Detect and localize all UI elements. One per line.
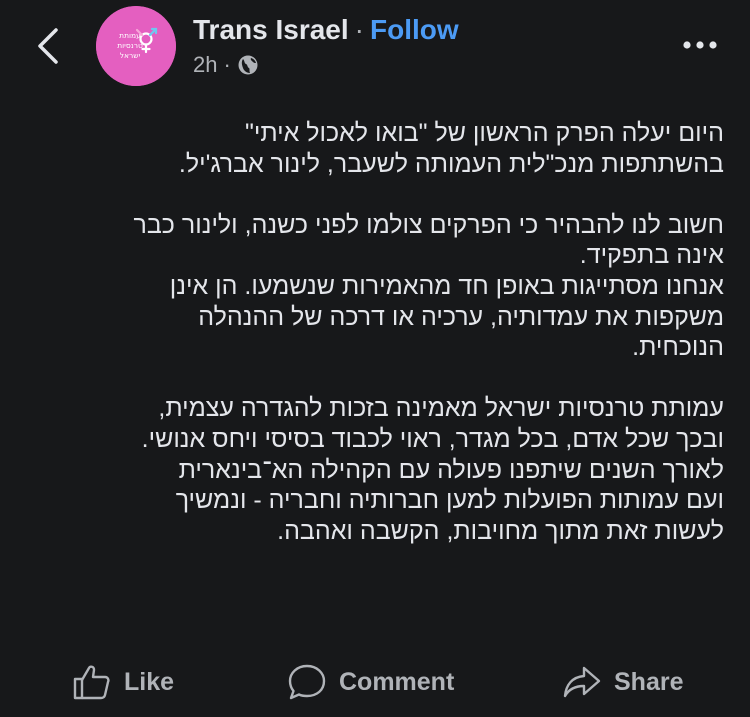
more-options-button[interactable]: [680, 30, 720, 60]
text-line: לאורך השנים שיתפנו פעולה עם הקהילה הא־בי…: [178, 455, 724, 484]
title-line: Trans Israel · Follow: [193, 12, 459, 48]
avatar-text-3: ישראל: [120, 51, 141, 60]
back-button[interactable]: [28, 26, 68, 66]
follow-button[interactable]: Follow: [370, 14, 459, 45]
avatar-logo: עמותת טרנסיות ישראל: [96, 6, 176, 86]
text-line: בהשתתפות מנכ"לית העמותה לשעבר, לינור אבר…: [178, 149, 724, 178]
action-bar: Like Comment Share: [0, 652, 750, 712]
post-screen: עמותת טרנסיות ישראל Trans Israel · Follow …: [0, 0, 750, 717]
like-label: Like: [124, 667, 175, 696]
share-label: Share: [614, 667, 684, 696]
text-line: ובכך שכל אדם, בכל מגדר, ראוי לכבוד בסיסי…: [141, 424, 724, 453]
like-button[interactable]: Like: [72, 652, 174, 712]
title-separator: ·: [354, 14, 364, 45]
comment-label: Comment: [339, 667, 455, 696]
comment-bubble-icon: [288, 664, 326, 700]
text-line: לעשות זאת מתוך מחויבות, הקשבה ואהבה.: [277, 516, 724, 545]
text-line: היום יעלה הפרק הראשון של "בואו לאכול אית…: [244, 119, 724, 147]
avatar-text-1: עמותת: [119, 31, 141, 40]
post-paragraph: היום יעלה הפרק הראשון של "בואו לאכול אית…: [30, 118, 724, 179]
post-meta: 2h ·: [193, 50, 459, 80]
text-line: אינה בתפקיד.: [579, 241, 724, 270]
comment-button[interactable]: Comment: [287, 652, 454, 712]
text-line: חשוב לנו להבהיר כי הפרקים צולמו לפני כשנ…: [133, 210, 724, 239]
meta-separator: ·: [223, 52, 231, 77]
chevron-left-icon: [38, 28, 58, 64]
globe-icon: [238, 55, 258, 75]
post-header: Trans Israel · Follow 2h ·: [193, 12, 459, 82]
post-text: היום יעלה הפרק הראשון של "בואו לאכול אית…: [30, 118, 724, 546]
share-button[interactable]: Share: [562, 652, 683, 712]
share-arrow-icon: [563, 666, 601, 698]
text-line: ועם עמותות הפועלות למען חברותיה וחבריה -…: [175, 486, 724, 515]
avatar-text-2: טרנסיות: [117, 41, 143, 50]
page-name[interactable]: Trans Israel: [193, 14, 349, 45]
post-paragraph: עמותת טרנסיות ישראל מאמינה בזכות להגדרה …: [30, 393, 724, 546]
page-avatar[interactable]: עמותת טרנסיות ישראל: [96, 6, 176, 86]
text-line: עמותת טרנסיות ישראל מאמינה בזכות להגדרה …: [158, 394, 724, 423]
text-line: משקפות את עמדותיה, ערכיה או דרכה של ההנה…: [198, 302, 724, 331]
text-line: אנחנו מסתייגות באופן חד מהאמירות שנשמעו.…: [169, 271, 724, 300]
post-paragraph: חשוב לנו להבהיר כי הפרקים צולמו לפני כשנ…: [30, 210, 724, 363]
thumbs-up-icon: [73, 665, 110, 700]
text-line: הנוכחית.: [632, 333, 724, 362]
more-horizontal-icon: [683, 41, 717, 49]
post-time[interactable]: 2h: [193, 50, 217, 80]
